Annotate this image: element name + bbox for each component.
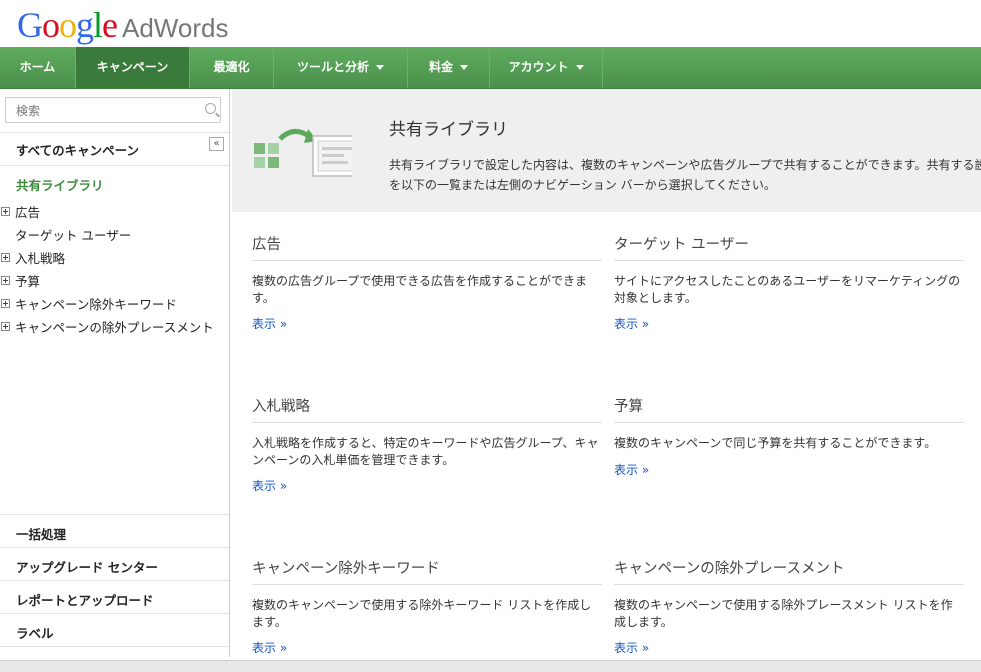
card-ads: 広告 複数の広告グループで使用できる広告を作成することができます。 表示 » (252, 233, 602, 331)
card-title: キャンペーン除外キーワード (252, 561, 440, 577)
expand-icon[interactable] (1, 207, 10, 216)
expand-icon[interactable] (1, 253, 10, 262)
divider (614, 584, 964, 585)
card-title: 入札戦略 (252, 399, 310, 415)
card-title: ターゲット ユーザー (614, 237, 749, 253)
card-negative-keywords: キャンペーン除外キーワード 複数のキャンペーンで使用する除外キーワード リストを… (252, 557, 602, 655)
card-title: 予算 (614, 399, 643, 415)
page-description: 共有ライブラリで設定した内容は、複数のキャンペーンや広告グループで共有することが… (389, 158, 981, 192)
divider (0, 514, 229, 515)
nav-tools-analysis[interactable]: ツールと分析 (274, 47, 408, 88)
expand-icon[interactable] (1, 322, 10, 331)
view-link[interactable]: 表示 » (614, 639, 649, 656)
main-nav: ホーム キャンペーン 最適化 ツールと分析 料金 アカウント (0, 47, 981, 89)
view-link[interactable]: 表示 » (252, 477, 287, 494)
card-description: サイトにアクセスしたことのあるユーザーをリマーケティングの対象とします。 (614, 274, 961, 305)
nav-optimize[interactable]: 最適化 (190, 47, 274, 88)
view-link[interactable]: 表示 » (252, 639, 287, 656)
all-campaigns-link[interactable]: すべてのキャンペーン (16, 140, 139, 159)
divider (252, 584, 602, 585)
divider (0, 580, 229, 581)
search-input[interactable] (14, 99, 198, 123)
view-link[interactable]: 表示 » (614, 315, 649, 332)
upgrade-center-link[interactable]: アップグレード センター (16, 557, 158, 576)
reports-uploads-link[interactable]: レポートとアップロード (16, 590, 154, 609)
search-icon[interactable] (205, 103, 216, 114)
divider (614, 260, 964, 261)
expand-icon[interactable] (1, 299, 10, 308)
sidebar: すべてのキャンペーン « 共有ライブラリ 広告 ターゲット ユーザー 入札戦略 … (0, 89, 230, 657)
divider (252, 422, 602, 423)
chevron-down-icon (460, 65, 468, 70)
labels-link[interactable]: ラベル (16, 623, 54, 642)
card-negative-placements: キャンペーンの除外プレースメント 複数のキャンペーンで使用する除外プレースメント… (614, 557, 964, 655)
chevron-down-icon (575, 65, 584, 70)
card-description: 複数の広告グループで使用できる広告を作成することができます。 (252, 274, 588, 305)
google-adwords-logo[interactable]: Google AdWords (17, 3, 228, 47)
card-title: 広告 (252, 237, 281, 253)
view-link[interactable]: 表示 » (252, 315, 287, 332)
card-description: 複数のキャンペーンで同じ予算を共有することができます。 (614, 436, 937, 450)
horizontal-scrollbar[interactable] (0, 660, 981, 672)
tree-item-ads[interactable]: 広告 (1, 202, 40, 221)
collapse-sidebar-icon[interactable]: « (209, 137, 224, 151)
card-title: キャンペーンの除外プレースメント (614, 561, 845, 577)
nav-account[interactable]: アカウント (490, 47, 603, 88)
tree-item-bid-strategy[interactable]: 入札戦略 (1, 248, 65, 267)
page-title: 共有ライブラリ (389, 120, 508, 140)
search-box (5, 97, 221, 123)
tree-item-target-users[interactable]: ターゲット ユーザー (15, 225, 131, 244)
nav-campaigns[interactable]: キャンペーン (76, 47, 190, 88)
card-budget: 予算 複数のキャンペーンで同じ予算を共有することができます。 表示 » (614, 395, 964, 477)
tree-item-negative-placements[interactable]: キャンペーンの除外プレースメント (1, 317, 214, 336)
card-description: 入札戦略を作成すると、特定のキーワードや広告グループ、キャンペーンの入札単価を管… (252, 436, 599, 467)
tree-item-budget[interactable]: 予算 (1, 271, 40, 290)
shared-library-icon (254, 129, 352, 177)
divider (614, 422, 964, 423)
card-bid-strategy: 入札戦略 入札戦略を作成すると、特定のキーワードや広告グループ、キャンペーンの入… (252, 395, 602, 493)
divider (0, 547, 229, 548)
divider (0, 613, 229, 614)
nav-home[interactable]: ホーム (0, 47, 76, 88)
shared-library-link[interactable]: 共有ライブラリ (16, 175, 104, 194)
card-description: 複数のキャンペーンで使用する除外プレースメント リストを作成します。 (614, 598, 953, 629)
divider (0, 165, 229, 166)
view-link[interactable]: 表示 » (614, 461, 649, 478)
card-description: 複数のキャンペーンで使用する除外キーワード リストを作成します。 (252, 598, 592, 629)
chevron-down-icon (376, 65, 384, 70)
bulk-operations-link[interactable]: 一括処理 (16, 524, 66, 543)
adwords-wordmark: AdWords (122, 13, 229, 43)
expand-icon[interactable] (1, 276, 10, 285)
nav-billing[interactable]: 料金 (408, 47, 490, 88)
shared-library-banner: 共有ライブラリ 共有ライブラリで設定した内容は、複数のキャンペーンや広告グループ… (232, 89, 981, 212)
card-target-users: ターゲット ユーザー サイトにアクセスしたことのあるユーザーをリマーケティングの… (614, 233, 964, 331)
divider (0, 132, 229, 133)
tree-item-negative-keywords[interactable]: キャンペーン除外キーワード (1, 294, 177, 313)
divider (252, 260, 602, 261)
google-wordmark: Google (17, 5, 118, 45)
divider (0, 646, 229, 647)
